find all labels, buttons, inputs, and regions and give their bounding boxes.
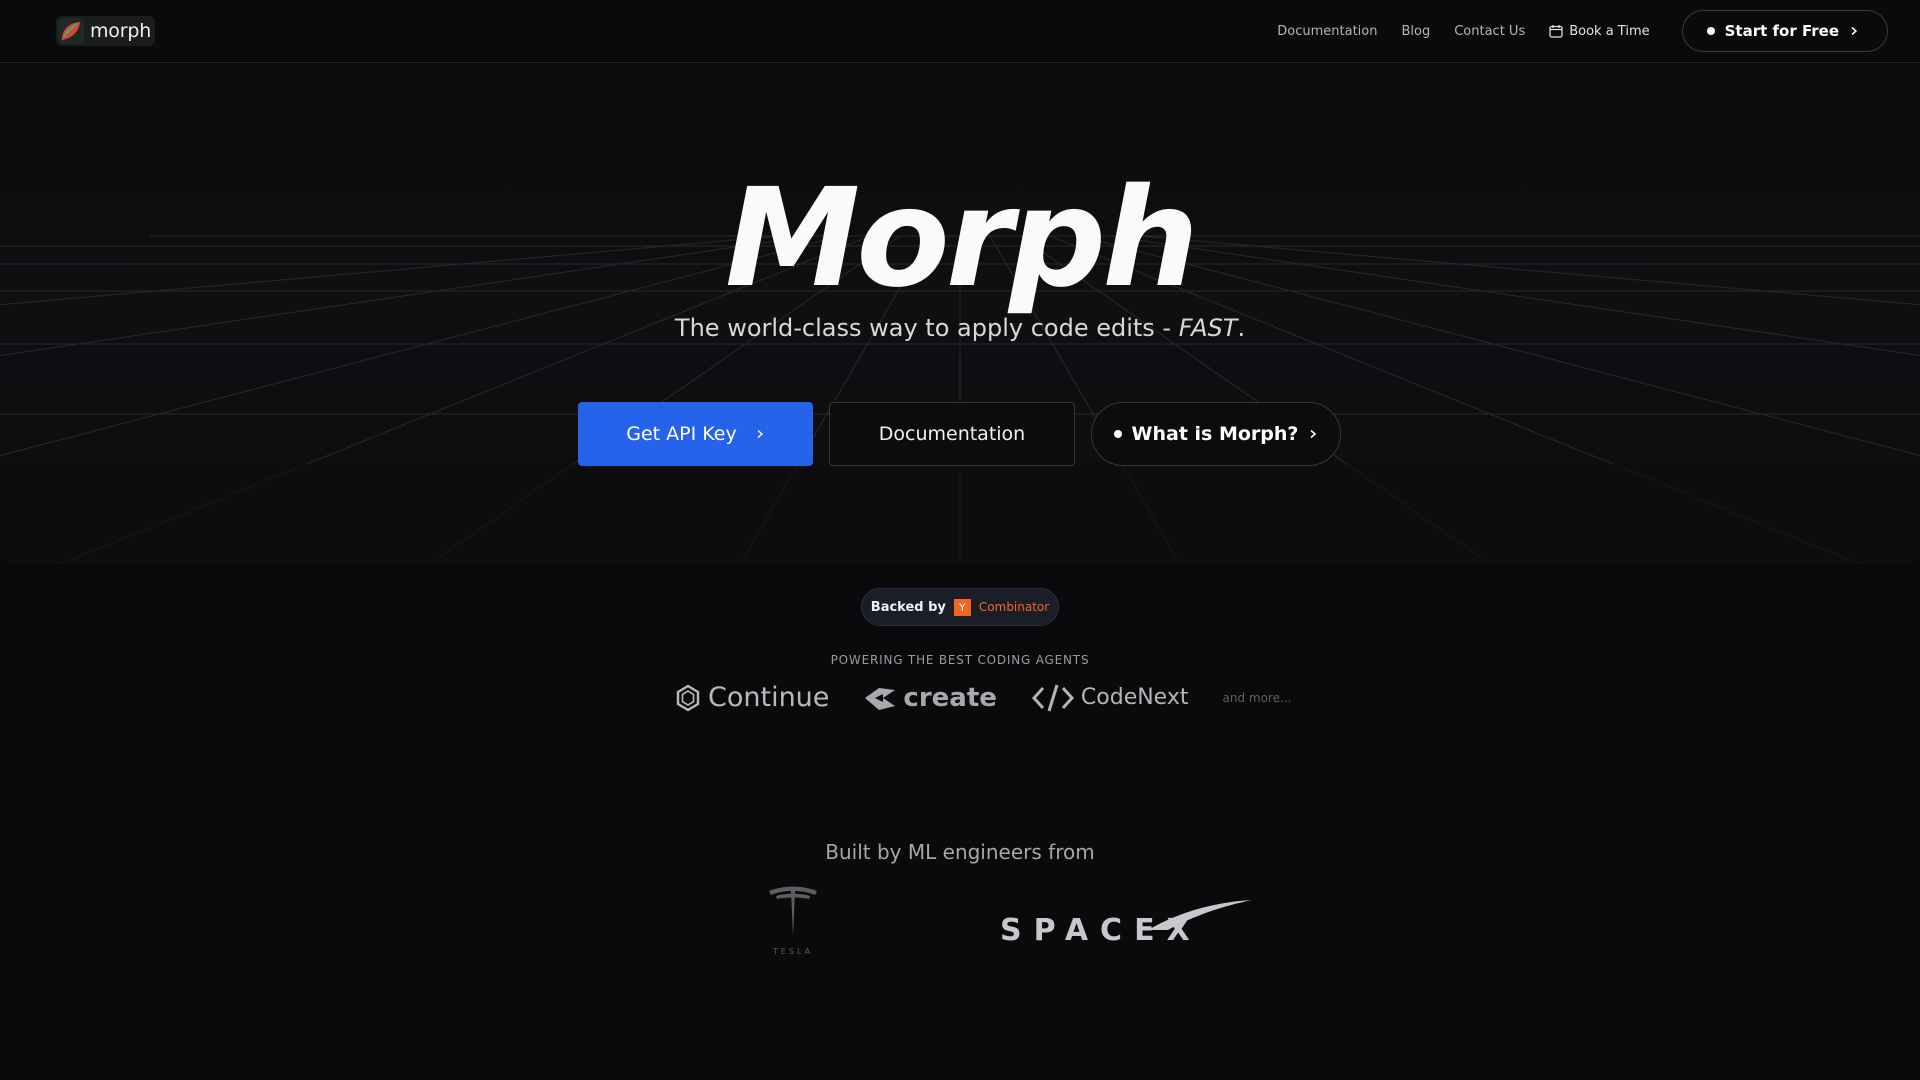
logo[interactable]: morph (56, 16, 156, 46)
backed-by-label: Backed by (870, 599, 946, 615)
chevron-right-icon (1310, 429, 1317, 439)
nav-link-contact[interactable]: Contact Us (1454, 24, 1525, 39)
backed-by-badge[interactable]: Backed by Y Combinator (861, 588, 1059, 626)
logo-text: morph (90, 20, 152, 42)
logo-mark-icon (58, 18, 84, 44)
spacex-logo-icon: SPACEX (1000, 900, 1252, 944)
powering-agents-heading: POWERING THE BEST CODING AGENTS (830, 653, 1090, 667)
spacex-wordmark: SPACEX (1000, 913, 1202, 944)
partner-codenext-label: CodeNext (1080, 685, 1189, 710)
hero-subtitle: The world-class way to apply code edits … (0, 314, 1920, 342)
partner-continue: Continue (674, 682, 829, 713)
what-is-morph-label: What is Morph? (1131, 423, 1299, 445)
hero-subtitle-emphasis: FAST (1178, 314, 1238, 342)
documentation-button-label: Documentation (878, 423, 1026, 445)
start-for-free-button[interactable]: Start for Free (1681, 10, 1888, 52)
what-is-morph-button[interactable]: What is Morph? (1091, 402, 1341, 466)
y-combinator-name: Combinator (978, 600, 1050, 614)
start-for-free-label: Start for Free (1724, 22, 1839, 40)
calendar-icon (1549, 25, 1563, 38)
hero-subtitle-main: The world-class way to apply code edits … (674, 314, 1179, 342)
partner-logos: Continue create CodeNext and more... (674, 682, 1291, 713)
hero-subtitle-end: . (1237, 314, 1246, 342)
partner-continue-label: Continue (708, 682, 830, 713)
partner-codenext: CodeNext (1031, 683, 1189, 713)
get-api-key-label: Get API Key (626, 423, 737, 445)
and-more-text: and more... (1222, 690, 1292, 705)
built-by-heading: Built by ML engineers from (825, 840, 1095, 864)
tesla-wordmark: TESLA (772, 947, 813, 956)
nav-link-blog[interactable]: Blog (1401, 24, 1430, 39)
top-nav: morph Documentation Blog Contact Us Book… (0, 0, 1920, 63)
tesla-logo-icon: TESLA (769, 886, 817, 956)
dot-icon (1706, 27, 1715, 35)
code-brackets-icon (1031, 684, 1074, 711)
documentation-button[interactable]: Documentation (829, 402, 1075, 466)
hero-title: Morph (724, 160, 1199, 318)
hero-section: Morph The world-class way to apply code … (0, 64, 1920, 564)
chevron-right-icon (1851, 26, 1858, 36)
continue-logo-icon (676, 684, 700, 711)
create-logo-icon (865, 687, 896, 710)
nav-link-documentation[interactable]: Documentation (1277, 24, 1377, 39)
chevron-right-icon (757, 429, 763, 439)
nav-links: Documentation Blog Contact Us Book a Tim… (1277, 10, 1888, 52)
book-a-time-link[interactable]: Book a Time (1549, 23, 1650, 39)
dot-icon (1113, 430, 1122, 438)
hero-button-group: Get API Key Documentation What is Morph? (578, 402, 1341, 466)
get-api-key-button[interactable]: Get API Key (578, 402, 813, 466)
y-combinator-logo-icon: Y (953, 598, 971, 616)
partner-create-label: create (903, 682, 997, 713)
partner-create: create (863, 682, 997, 713)
book-a-time-label: Book a Time (1569, 23, 1650, 39)
